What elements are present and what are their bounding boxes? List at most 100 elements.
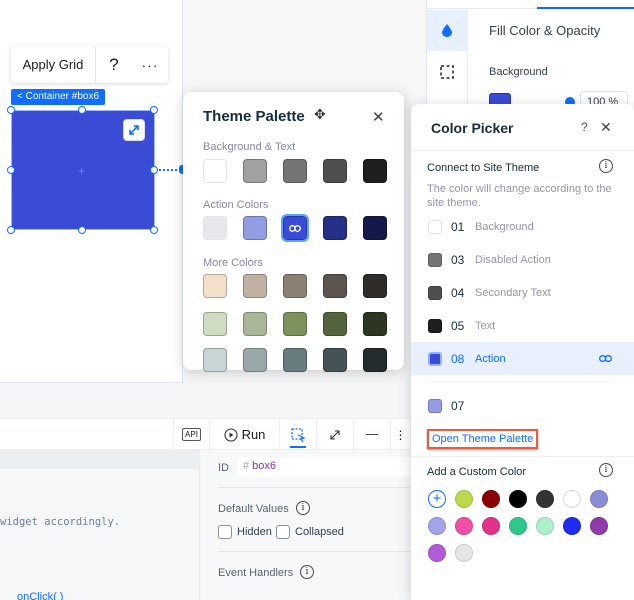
theme-swatch[interactable] (323, 159, 347, 183)
custom-color-swatch[interactable] (536, 490, 554, 508)
container-breadcrumb[interactable]: < Container #box6 (11, 89, 106, 105)
theme-swatch[interactable] (243, 216, 267, 240)
theme-color-item[interactable]: 05 Text (411, 309, 634, 342)
more-menu-button[interactable]: ⋮ (390, 419, 410, 450)
theme-swatch[interactable] (203, 216, 227, 240)
custom-color-swatch[interactable] (563, 490, 581, 508)
info-icon[interactable]: i (296, 501, 310, 515)
theme-color-item[interactable]: 03 Disabled Action (411, 243, 634, 276)
theme-swatch[interactable] (203, 312, 227, 336)
id-value: box6 (252, 460, 276, 472)
more-colors-row (203, 274, 387, 298)
collapsed-checkbox[interactable]: Collapsed (276, 525, 344, 539)
theme-swatch[interactable] (203, 274, 227, 298)
fill-tab[interactable] (427, 10, 467, 51)
custom-color-swatch[interactable] (536, 517, 554, 535)
minimize-button[interactable] (353, 419, 390, 450)
apply-grid-button[interactable]: Apply Grid (11, 46, 96, 83)
border-tab[interactable] (427, 51, 467, 92)
theme-swatch[interactable] (243, 312, 267, 336)
action-color-swatches (203, 214, 387, 242)
color-swatch (428, 351, 442, 366)
resize-handle-tl[interactable] (7, 106, 15, 114)
move-icon[interactable]: ✥ (314, 106, 326, 123)
floating-toolbar: Apply Grid ? ··· (11, 46, 168, 83)
theme-color-item[interactable]: 04 Secondary Text (411, 276, 634, 309)
theme-swatch[interactable] (283, 348, 307, 372)
theme-swatch[interactable] (283, 159, 307, 183)
theme-swatch[interactable] (283, 312, 307, 336)
custom-color-swatch[interactable] (590, 517, 608, 535)
theme-swatch[interactable] (243, 274, 267, 298)
theme-swatch[interactable] (363, 274, 387, 298)
custom-color-swatch[interactable] (509, 490, 527, 508)
color-picker-title: Color Picker (431, 120, 514, 136)
open-theme-palette-link[interactable]: Open Theme Palette (427, 429, 539, 449)
select-element-button[interactable] (279, 419, 316, 450)
custom-color-swatch[interactable] (455, 490, 473, 508)
color-name: Background (475, 220, 534, 233)
section-label: Background & Text (203, 141, 296, 153)
theme-swatch[interactable] (323, 274, 347, 298)
resize-handle-bl[interactable] (7, 226, 15, 234)
onclick-handler-link[interactable]: onClick( ) (17, 591, 63, 600)
theme-swatch[interactable] (363, 312, 387, 336)
run-button[interactable]: Run (209, 419, 279, 450)
theme-swatch[interactable] (203, 348, 227, 372)
theme-swatch[interactable] (203, 159, 227, 183)
theme-swatch[interactable] (281, 214, 309, 242)
theme-swatch[interactable] (323, 312, 347, 336)
collapsed-label: Collapsed (295, 526, 344, 538)
container-box6[interactable]: + (11, 110, 155, 230)
theme-swatch[interactable] (323, 348, 347, 372)
theme-swatch[interactable] (363, 159, 387, 183)
close-icon[interactable]: ✕ (372, 108, 385, 126)
resize-handle-t[interactable] (78, 106, 86, 114)
color-number: 03 (451, 252, 465, 267)
theme-color-item[interactable]: 01 Background (411, 210, 634, 243)
custom-color-swatch[interactable] (482, 517, 500, 535)
api-button[interactable]: API (173, 419, 209, 450)
theme-swatch[interactable] (323, 216, 347, 240)
custom-color-swatch[interactable] (509, 517, 527, 535)
color-number: 04 (451, 285, 465, 300)
theme-swatch[interactable] (363, 348, 387, 372)
id-input[interactable]: # box6 (237, 457, 412, 477)
custom-color-swatch[interactable] (455, 544, 473, 562)
theme-swatch[interactable] (363, 216, 387, 240)
resize-handle-r[interactable] (150, 166, 158, 174)
custom-color-swatch[interactable] (455, 517, 473, 535)
theme-color-item[interactable]: 08 Action (411, 342, 634, 375)
resize-handle-br[interactable] (150, 226, 158, 234)
resize-handle-l[interactable] (7, 166, 15, 174)
theme-swatch[interactable] (243, 348, 267, 372)
add-custom-color-button[interactable]: + (428, 490, 446, 508)
info-icon[interactable]: i (300, 565, 314, 579)
connect-theme-heading: Connect to Site Theme (427, 162, 540, 174)
help-button[interactable]: ? (96, 55, 132, 75)
info-icon[interactable]: i (599, 463, 613, 477)
more-options-button[interactable]: ··· (132, 57, 168, 73)
info-icon[interactable]: i (599, 159, 613, 173)
color-picker-panel: Color Picker ? ✕ Connect to Site Theme i… (411, 104, 634, 600)
theme-swatch[interactable] (283, 274, 307, 298)
hidden-checkbox[interactable]: Hidden (218, 525, 272, 539)
resize-handle-b[interactable] (78, 226, 86, 234)
color-number: 07 (451, 398, 465, 413)
custom-color-swatch[interactable] (590, 490, 608, 508)
stretch-button[interactable] (123, 119, 145, 141)
custom-color-swatch[interactable] (482, 490, 500, 508)
color-name: Text (475, 319, 496, 332)
help-icon[interactable]: ? (581, 120, 588, 134)
color-number: 08 (451, 351, 465, 366)
resize-handle-tr[interactable] (150, 106, 158, 114)
custom-color-swatch[interactable] (428, 544, 446, 562)
vertical-dots-icon: ⋮ (394, 427, 407, 442)
custom-color-swatch[interactable] (428, 517, 446, 535)
theme-swatch[interactable] (243, 159, 267, 183)
minus-icon (366, 434, 378, 435)
custom-color-swatch[interactable] (563, 517, 581, 535)
expand-button[interactable] (316, 419, 353, 450)
theme-color-item[interactable]: 07 (411, 389, 634, 422)
close-icon[interactable]: ✕ (600, 119, 612, 136)
